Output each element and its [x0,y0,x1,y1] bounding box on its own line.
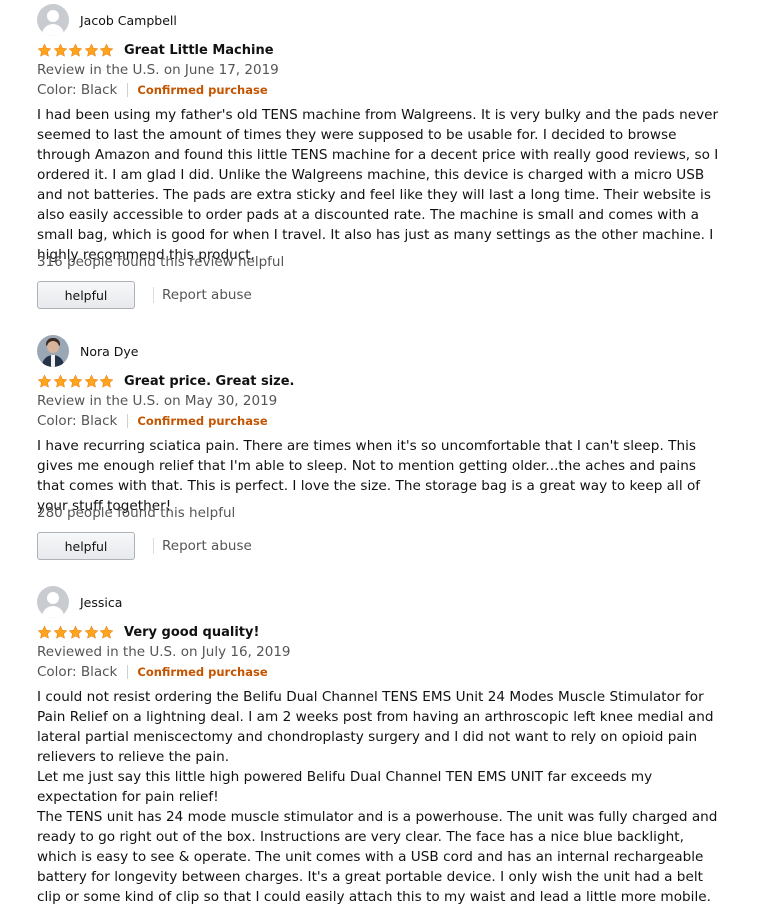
star-icon [99,625,114,639]
confirmed-purchase-badge: Confirmed purchase [137,665,268,679]
review-text: I could not resist ordering the Belifu D… [37,689,718,905]
star-icon [37,625,52,639]
star-icon [53,43,68,57]
report-abuse-link[interactable]: Report abuse [162,538,252,554]
divider [127,665,129,679]
star-rating[interactable] [37,43,115,58]
star-icon [37,43,52,57]
review-date: Review in the U.S. on May 30, 2019 [37,393,278,409]
divider [127,414,129,428]
helpful-button[interactable]: helpful [37,532,135,560]
review-text: I have recurring sciatica pain. There ar… [37,438,701,514]
star-icon [68,625,83,639]
confirmed-purchase-badge: Confirmed purchase [137,83,268,97]
star-rating[interactable] [37,374,115,389]
reviewer-profile[interactable]: Nora Dye [37,335,138,367]
review-actions: helpful Report abuse [37,281,252,309]
rating-row: Very good quality! [37,622,259,642]
star-icon [68,43,83,57]
rating-row: Great price. Great size. [37,371,294,391]
review-title[interactable]: Great Little Machine [124,43,274,58]
review-actions: helpful Report abuse [37,532,252,560]
star-icon [84,374,99,388]
color-variant[interactable]: Color: Black [37,664,117,680]
helpful-count: 316 people found this review helpful [37,254,285,270]
color-variant[interactable]: Color: Black [37,413,117,429]
star-icon [53,625,68,639]
helpful-button[interactable]: helpful [37,281,135,309]
reviewer-name[interactable]: Jacob Campbell [80,13,177,28]
divider [153,287,154,303]
review-date: Reviewed in the U.S. on July 16, 2019 [37,644,291,660]
variant-row: Color: Black Confirmed purchase [37,664,268,680]
star-icon [99,43,114,57]
report-abuse-link[interactable]: Report abuse [162,287,252,303]
helpful-count: 280 people found this helpful [37,505,236,521]
reviewer-profile[interactable]: Jacob Campbell [37,4,177,36]
variant-row: Color: Black Confirmed purchase [37,413,268,429]
star-icon [84,43,99,57]
person-icon [37,4,69,36]
profile-photo [37,335,69,367]
review-title[interactable]: Very good quality! [124,625,259,640]
star-icon [68,374,83,388]
review-title[interactable]: Great price. Great size. [124,374,295,389]
divider [153,538,154,554]
star-icon [53,374,68,388]
reviewer-name[interactable]: Nora Dye [80,344,138,359]
reviewer-name[interactable]: Jessica [80,595,122,610]
person-icon [37,586,69,618]
divider [127,83,129,97]
reviewer-profile[interactable]: Jessica [37,586,122,618]
review-text: I had been using my father's old TENS ma… [37,107,719,263]
variant-row: Color: Black Confirmed purchase [37,82,268,98]
star-icon [37,374,52,388]
star-icon [84,625,99,639]
star-icon [99,374,114,388]
rating-row: Great Little Machine [37,40,274,60]
star-rating[interactable] [37,625,115,640]
confirmed-purchase-badge: Confirmed purchase [137,414,268,428]
color-variant[interactable]: Color: Black [37,82,117,98]
review-date: Review in the U.S. on June 17, 2019 [37,62,279,78]
